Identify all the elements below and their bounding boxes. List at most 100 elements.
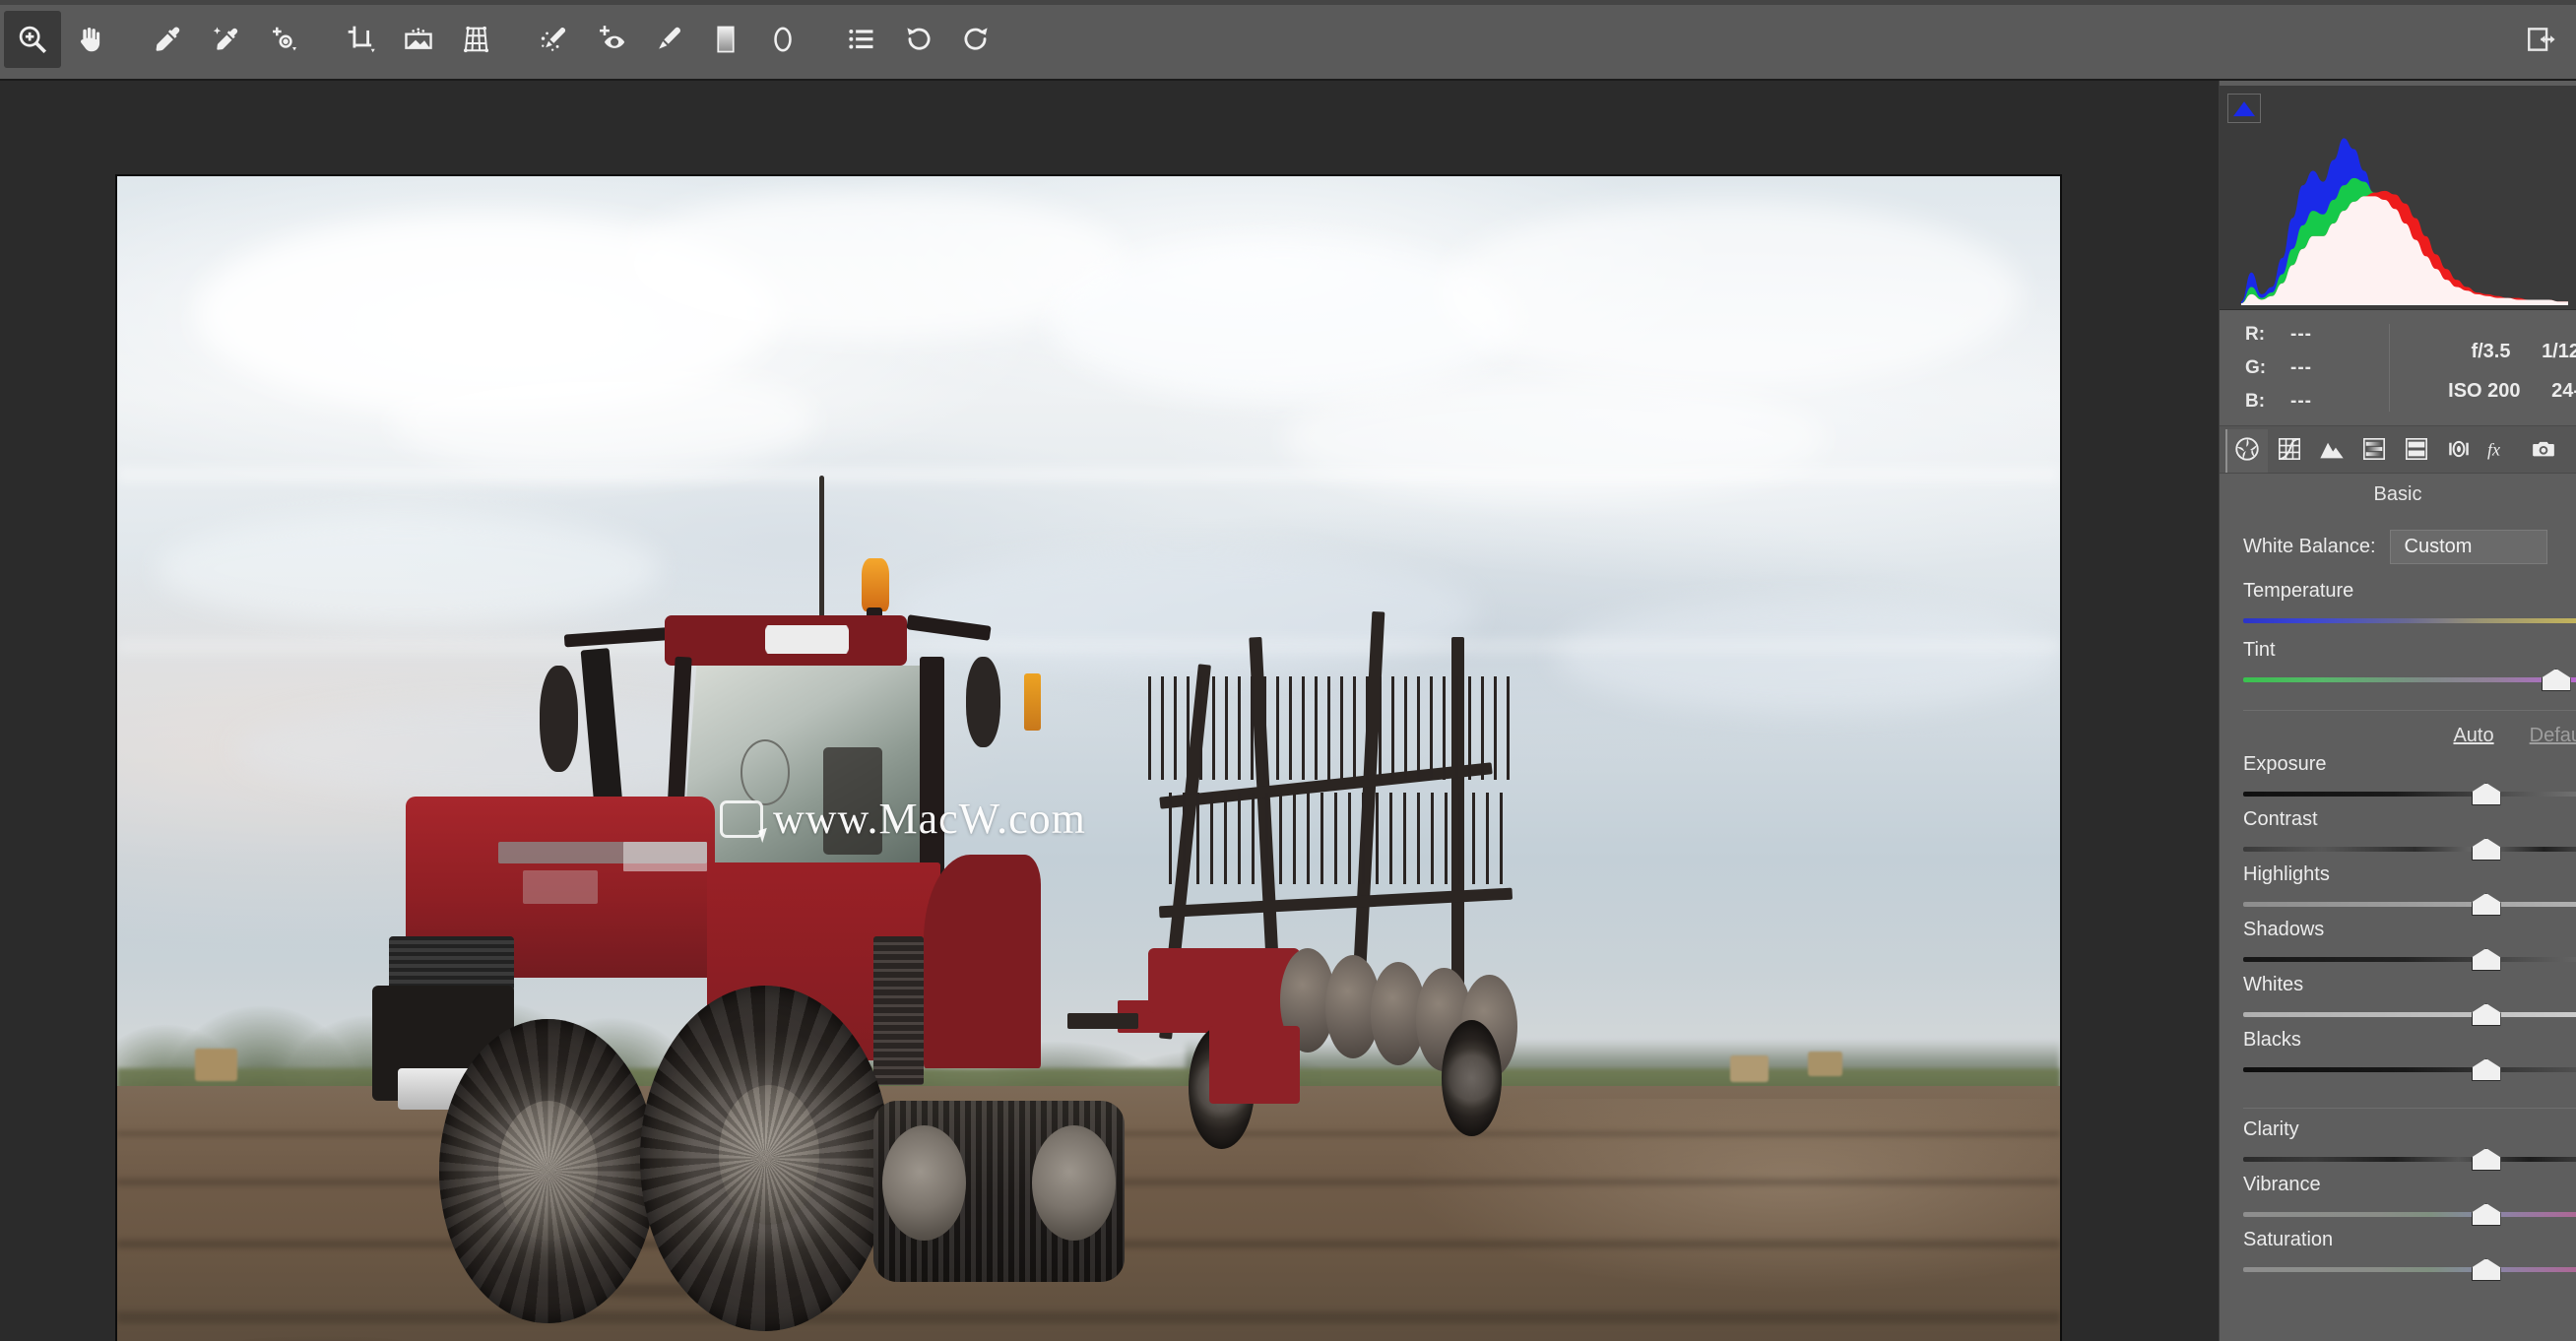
b-value: --- (2290, 390, 2312, 412)
tab-effects[interactable]: fx (2479, 429, 2522, 473)
lens-value: 24- (2551, 380, 2576, 402)
white-balance-eyedropper-icon (153, 24, 184, 55)
radial-filter-button[interactable] (754, 11, 811, 68)
histogram-plot (2240, 138, 2569, 305)
tractor-fender-rear (924, 854, 1041, 1068)
track-fill-saturation (2243, 1267, 2576, 1272)
slider-track-clarity[interactable] (2243, 1148, 2576, 1171)
default-link[interactable]: Default (2530, 725, 2576, 747)
tab-basic[interactable] (2225, 429, 2268, 473)
slider-label-clarity: Clarity (2243, 1118, 2299, 1140)
targeted-adjustment-icon (267, 24, 298, 55)
slider-whites: Whites (2220, 974, 2576, 1026)
auto-default-links: Auto Default (2220, 711, 2576, 747)
slider-track-highlights[interactable] (2243, 893, 2576, 916)
slider-track-contrast[interactable] (2243, 838, 2576, 861)
rgb-values: R: --- G: --- B: --- (2220, 318, 2312, 418)
zoom-tool-icon (16, 23, 49, 56)
harrow-tine-row (1168, 793, 1513, 884)
toggle-fullscreen-icon (2525, 23, 2558, 56)
transform-tool-icon (460, 24, 491, 55)
track-fill-blacks (2243, 1067, 2576, 1072)
tab-tone-curve[interactable] (2268, 429, 2310, 473)
tractor-track-drive-wheel (881, 1125, 966, 1242)
tractor-mirror (539, 665, 578, 773)
toggle-fullscreen-button[interactable] (2513, 11, 2570, 68)
slider-vibrance: Vibrance (2220, 1174, 2576, 1226)
hsl-gradient-icon (2361, 436, 2387, 467)
right-panel: R: --- G: --- B: --- f/3.5 1/12 (2219, 81, 2576, 1341)
rotate-clockwise-icon (960, 24, 992, 55)
tractor-front-tire-tread (439, 1018, 657, 1323)
hand-tool-icon (74, 24, 105, 55)
tab-lens-correction[interactable] (2437, 429, 2479, 473)
straighten-tool-icon (403, 24, 434, 55)
canvas-area[interactable]: www.MacW.com (0, 81, 2219, 1341)
slider-track-blacks[interactable] (2243, 1058, 2576, 1081)
b-label: B: (2245, 390, 2266, 412)
track-fill-whites (2243, 1012, 2576, 1017)
rgb-readout: R: --- G: --- B: --- f/3.5 1/12 (2220, 310, 2576, 426)
slider-track-saturation[interactable] (2243, 1258, 2576, 1281)
svg-text:fx: fx (2487, 439, 2500, 459)
cloud (389, 362, 817, 476)
slider-label-temperature: Temperature (2243, 580, 2354, 602)
white-balance-tool-button[interactable] (140, 11, 197, 68)
main-area: www.MacW.com R: --- G: --- B: --- f/3.5 … (0, 81, 2576, 1341)
histogram[interactable] (2220, 86, 2576, 310)
tab-split-toning[interactable] (2395, 429, 2437, 473)
presets-button[interactable] (833, 11, 890, 68)
rgb-row-g: G: --- (2245, 351, 2312, 385)
rotate-left-button[interactable] (890, 11, 947, 68)
slider-label-highlights: Highlights (2243, 863, 2330, 885)
g-value: --- (2290, 356, 2312, 378)
red-eye-removal-button[interactable] (583, 11, 640, 68)
cloud (1438, 201, 2022, 389)
adjustment-brush-icon (653, 24, 684, 55)
graduated-filter-button[interactable] (697, 11, 754, 68)
adjustment-brush-button[interactable] (640, 11, 697, 68)
harrow-hitch (1067, 1013, 1138, 1030)
rgb-row-r: R: --- (2245, 318, 2312, 351)
rgb-row-b: B: --- (2245, 385, 2312, 418)
image-preview-frame[interactable]: www.MacW.com (115, 174, 2062, 1341)
transform-tool-button[interactable] (447, 11, 504, 68)
tab-detail[interactable] (2310, 429, 2352, 473)
disc-harrow-implement (1067, 611, 1613, 1285)
sky-streak (117, 463, 2060, 487)
straighten-tool-button[interactable] (390, 11, 447, 68)
tractor-model-number (522, 870, 599, 904)
slider-track-temperature[interactable] (2243, 613, 2576, 629)
slider-track-tint[interactable] (2243, 669, 2576, 691)
panel-title: Basic (2220, 474, 2576, 515)
slider-temperature: Temperature (2220, 580, 2576, 629)
color-sampler-eyedropper-icon (210, 24, 241, 55)
slider-label-whites: Whites (2243, 974, 2304, 995)
slider-track-exposure[interactable] (2243, 783, 2576, 805)
distant-bale (1807, 1051, 1842, 1077)
rotate-right-button[interactable] (947, 11, 1004, 68)
zoom-tool-button[interactable] (4, 11, 61, 68)
harrow-tank (1148, 948, 1301, 1014)
camera-raw-window: www.MacW.com R: --- G: --- B: --- f/3.5 … (0, 0, 2576, 1341)
crop-tool-button[interactable] (333, 11, 390, 68)
spot-removal-button[interactable] (526, 11, 583, 68)
slider-track-shadows[interactable] (2243, 948, 2576, 971)
tab-hsl-grayscale[interactable] (2352, 429, 2395, 473)
targeted-adjustment-tool-button[interactable] (254, 11, 311, 68)
auto-link[interactable]: Auto (2453, 725, 2493, 747)
cloud (1555, 600, 2060, 713)
track-fill-temperature (2243, 618, 2576, 623)
aperture-value: f/3.5 (2471, 341, 2511, 362)
slider-track-whites[interactable] (2243, 1003, 2576, 1026)
tab-camera-calibration[interactable] (2522, 429, 2564, 473)
tractor-mid-tire-tread (639, 986, 891, 1332)
toolbar-right-group (2513, 11, 2576, 68)
slider-shadows: Shadows (2220, 919, 2576, 971)
hand-tool-button[interactable] (61, 11, 118, 68)
slider-track-vibrance[interactable] (2243, 1203, 2576, 1226)
slider-label-vibrance: Vibrance (2243, 1174, 2321, 1195)
color-sampler-tool-button[interactable] (197, 11, 254, 68)
section-separator (2243, 1108, 2576, 1109)
white-balance-select[interactable]: Custom (2389, 529, 2547, 564)
